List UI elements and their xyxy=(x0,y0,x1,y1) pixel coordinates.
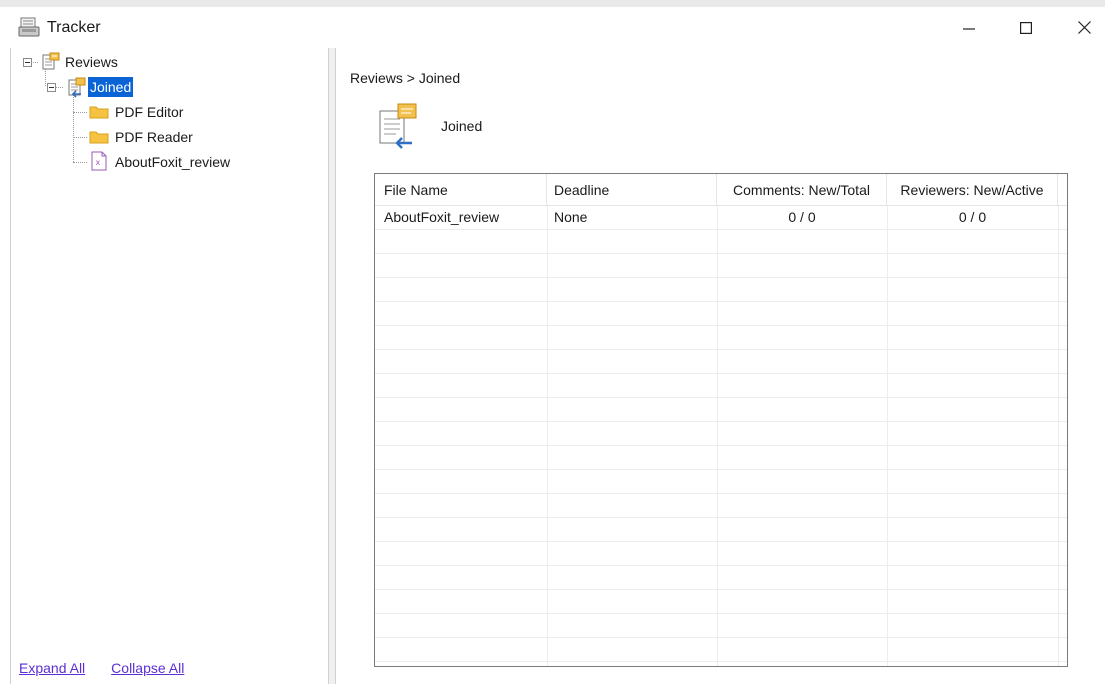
tree-connector xyxy=(73,137,87,138)
joined-review-icon xyxy=(376,103,420,151)
review-tree: Reviews Joined PDF Editor PDF Reader x A… xyxy=(11,48,329,648)
close-icon xyxy=(1077,21,1091,34)
column-header-file-name[interactable]: File Name xyxy=(375,174,547,206)
maximize-icon xyxy=(1020,21,1032,34)
empty-row xyxy=(375,566,1067,590)
tree-item-pdf-reader[interactable]: PDF Reader xyxy=(113,126,195,148)
minimize-button[interactable] xyxy=(940,7,998,48)
empty-row xyxy=(375,638,1067,662)
expand-all-link[interactable]: Expand All xyxy=(19,660,85,676)
cell-file-name: AboutFoxit_review xyxy=(384,209,500,225)
cell-deadline: None xyxy=(554,209,588,225)
tree-connector xyxy=(73,162,87,163)
reviews-icon xyxy=(41,52,61,75)
title-bar: Tracker xyxy=(0,0,1105,48)
empty-row xyxy=(375,614,1067,638)
empty-row xyxy=(375,398,1067,422)
tree-collapse-toggle-reviews[interactable] xyxy=(23,58,32,67)
close-button[interactable] xyxy=(1055,7,1105,48)
empty-row xyxy=(375,350,1067,374)
review-tree-panel: Reviews Joined PDF Editor PDF Reader x A… xyxy=(10,48,329,684)
column-header-comments[interactable]: Comments: New/Total xyxy=(717,174,887,206)
empty-row xyxy=(375,542,1067,566)
cell-comments: 0 / 0 xyxy=(788,209,816,225)
tree-item-aboutfoxit-review[interactable]: AboutFoxit_review xyxy=(113,151,232,173)
pdf-file-icon: x xyxy=(91,151,107,174)
cell-reviewers: 0 / 0 xyxy=(958,209,987,225)
column-header-deadline[interactable]: Deadline xyxy=(547,174,717,206)
tracker-window: Tracker Reviews Joined PDF Editor PDF Re… xyxy=(0,0,1105,684)
tree-item-label: Reviews xyxy=(65,54,118,70)
review-detail-panel: Reviews > Joined Joined File Name Deadli… xyxy=(335,48,1105,684)
tree-item-reviews[interactable]: Reviews xyxy=(63,51,120,73)
tree-item-label: Joined xyxy=(88,77,134,97)
svg-text:x: x xyxy=(96,158,101,167)
empty-row xyxy=(375,278,1067,302)
table-header: File Name Deadline Comments: New/Total R… xyxy=(375,174,1067,206)
column-header-reviewers[interactable]: Reviewers: New/Active xyxy=(887,174,1058,206)
tree-item-label: PDF Editor xyxy=(115,104,184,120)
tree-item-pdf-editor[interactable]: PDF Editor xyxy=(113,101,185,123)
table-row[interactable]: AboutFoxit_review None 0 / 0 0 / 0 xyxy=(375,206,1067,230)
minimize-icon xyxy=(963,27,975,30)
review-files-table: File Name Deadline Comments: New/Total R… xyxy=(374,173,1068,667)
empty-row xyxy=(375,374,1067,398)
empty-row xyxy=(375,470,1067,494)
tree-item-label: AboutFoxit_review xyxy=(115,154,231,170)
empty-row xyxy=(375,302,1067,326)
tree-collapse-toggle-joined[interactable] xyxy=(47,83,56,92)
tree-connector xyxy=(73,94,74,162)
empty-row xyxy=(375,446,1067,470)
empty-row xyxy=(375,590,1067,614)
folder-icon xyxy=(89,129,109,148)
empty-row xyxy=(375,230,1067,254)
section-title: Joined xyxy=(441,118,483,134)
tree-footer-links: Expand All Collapse All xyxy=(19,660,184,676)
empty-row xyxy=(375,254,1067,278)
tracker-app-icon xyxy=(18,16,40,38)
breadcrumb: Reviews > Joined xyxy=(350,70,461,86)
empty-row xyxy=(375,326,1067,350)
tree-item-label: PDF Reader xyxy=(115,129,193,145)
tree-connector xyxy=(73,112,87,113)
joined-review-icon xyxy=(65,77,87,102)
empty-row xyxy=(375,494,1067,518)
maximize-button[interactable] xyxy=(997,7,1055,48)
folder-icon xyxy=(89,104,109,123)
collapse-all-link[interactable]: Collapse All xyxy=(111,660,184,676)
window-title: Tracker xyxy=(47,19,101,36)
empty-row xyxy=(375,422,1067,446)
empty-row xyxy=(375,518,1067,542)
tree-item-joined[interactable]: Joined xyxy=(88,76,134,98)
